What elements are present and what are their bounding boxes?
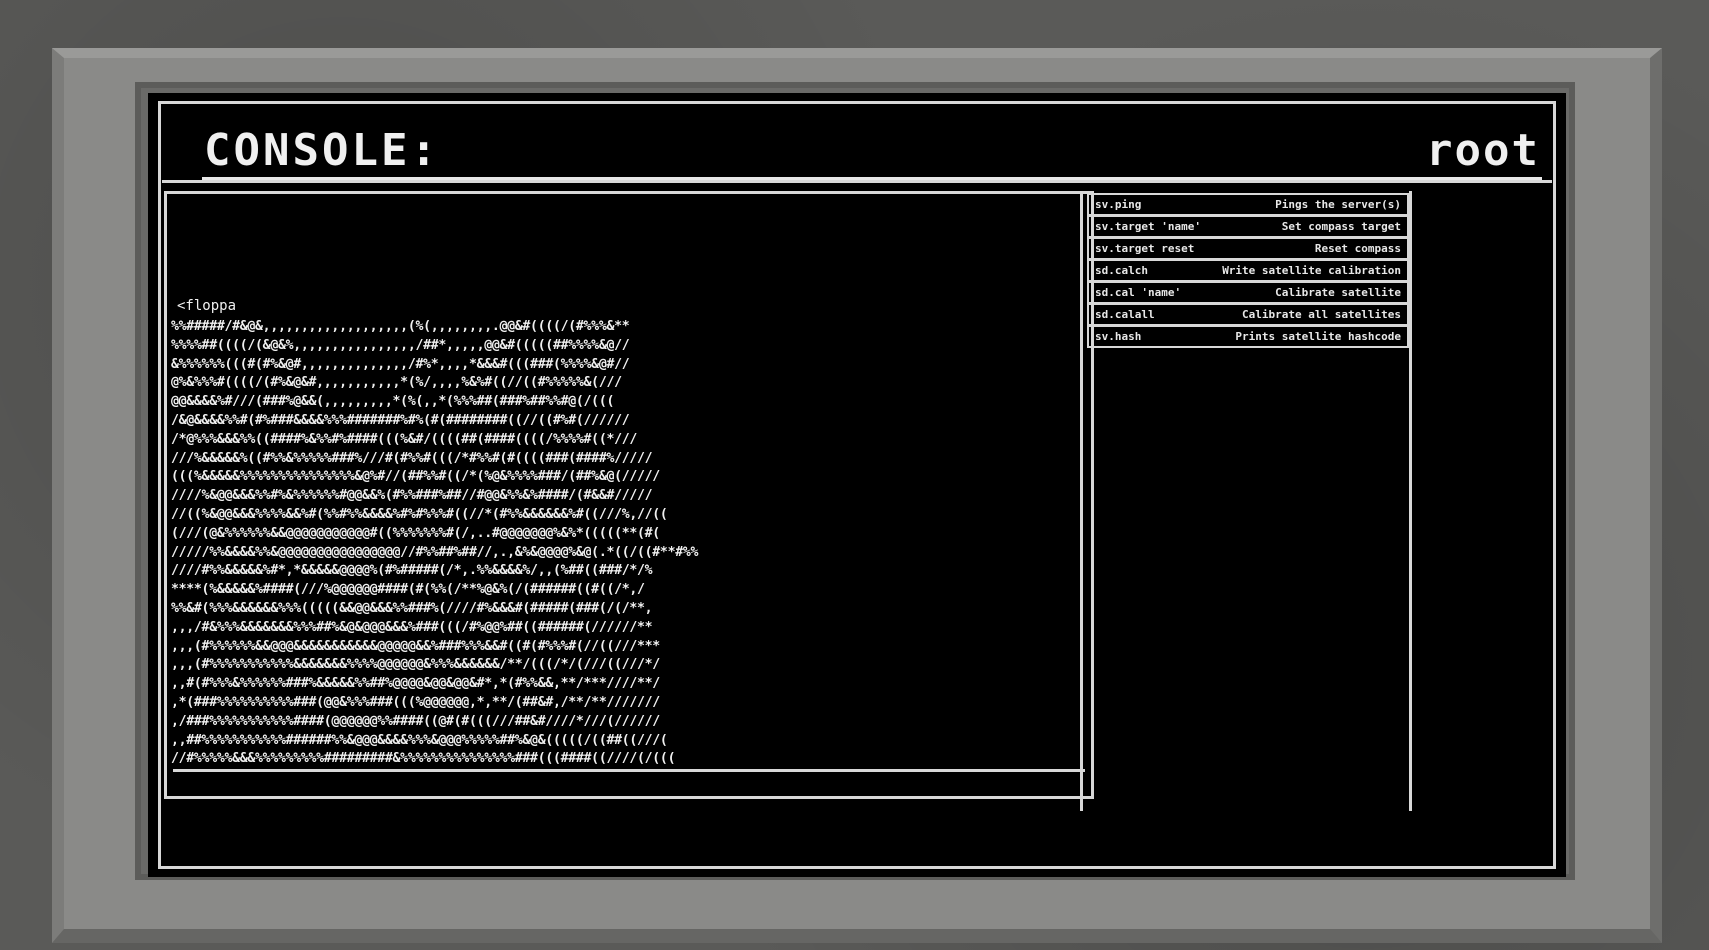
console-output-line: ,*(###%%%%%%%%%%###(@@&%%%###(((%@@@@@@,…	[171, 694, 660, 710]
console-output-line: ,,#(#%%%&%%%%%%###%&&&&&%%##%@@@@&@@&@@&…	[171, 676, 660, 692]
command-row: sd.calch Write satellite calibration	[1087, 259, 1409, 281]
console-output-line: /*@%%%&&&%%((####%&%%#%####(((%&#/((((##…	[171, 431, 638, 447]
console-title: CONSOLE:	[204, 125, 440, 176]
console-prompt: <floppa	[177, 298, 237, 314]
console-output-line: ,,##%%%%%%%%%%%######%%&@@@&&&&%%%&@@@%%…	[171, 732, 668, 748]
console-output-line: @@&&&&%#///(###%@&&(,,,,,,,,,*(%(,,*(%%%…	[171, 394, 615, 410]
console-output-line: ,,,/#&%%%&&&&&&&%%%##%&@&@@@&&&%###(((/#…	[171, 619, 653, 635]
console-output-line: ,,,(#%%%%%%&&@@@&&&&&&&&&&&@@@@@&&%###%%…	[171, 638, 660, 654]
command-list: sv.ping Pings the server(s) sv.target 'nam…	[1087, 193, 1409, 348]
console-output-line: ,,,(#%%%%%%%%%%%&&&&&&&%%%%@@@@@@&%%%&&&…	[171, 657, 660, 673]
command-description: Reset compass	[1314, 242, 1401, 255]
command-description: Prints satellite hashcode	[1235, 330, 1401, 343]
title-bar: CONSOLE: root	[162, 105, 1552, 183]
command-description: Calibrate satellite	[1275, 286, 1401, 299]
console-output-line: &%%%%%%(((#(#%&@#,,,,,,,,,,,,,,/#%*,,,,*…	[171, 356, 630, 372]
console-input[interactable]	[173, 769, 1085, 792]
command-name: sv.target reset	[1095, 242, 1195, 255]
console-output-line: //#%%%%%&&&%%%%%%%%%#########&%%%%%%%%%%…	[171, 751, 676, 767]
command-row: sd.cal 'name' Calibrate satellite	[1087, 281, 1409, 303]
console-output-line: %%%%##((((/(&@&%,,,,,,,,,,,,,,,,/##*,,,,…	[171, 337, 630, 353]
console-output-line: /////%%&&&&%%&@@@@@@@@@@@@@@@@//#%%##%##…	[171, 544, 699, 560]
command-name: sd.calall	[1095, 308, 1155, 321]
command-description: Set compass target	[1281, 220, 1401, 233]
console-output-line: (((%&&&&&%%%%%%%%%%%%%%%&@%#//(##%%#((/*…	[171, 469, 660, 485]
command-row: sv.target 'name' Set compass target	[1087, 215, 1409, 237]
command-row: sv.ping Pings the server(s)	[1087, 193, 1409, 215]
console-output-line: /&@&&&&%%#(#%###&&&&%%%#######%#%(#(####…	[171, 412, 630, 428]
command-row: sd.calall Calibrate all satellites	[1087, 303, 1409, 325]
command-name: sd.cal 'name'	[1095, 286, 1182, 299]
title-divider	[202, 177, 1542, 180]
console-output-line: ****(%&&&&&%####(///%@@@@@@####(#(%%(/**…	[171, 582, 645, 598]
console-output-line: ////%&@@&&&%%#%&%%%%%%#@@&&%(#%%###%##//…	[171, 488, 653, 504]
command-description: Calibrate all satellites	[1242, 308, 1401, 321]
ascii-art-output: %%#####/#&@&,,,,,,,,,,,,,,,,,,,(%(,,,,,,…	[171, 318, 698, 769]
command-row: sv.target reset Reset compass	[1087, 237, 1409, 259]
command-name: sv.hash	[1095, 330, 1142, 343]
console-output-panel: <floppa %%#####/#&@&,,,,,,,,,,,,,,,,,,,(…	[164, 191, 1094, 799]
console-output-line: ,/###%%%%%%%%%%%####(@@@@@@%%####((@#(#(…	[171, 713, 660, 729]
command-name: sv.target 'name'	[1095, 220, 1201, 233]
command-description: Pings the server(s)	[1275, 198, 1401, 211]
console-output-line: //((%&@@&&&%%%%&&%#(%%#%%&&&&%#%#%%%#((/…	[171, 506, 668, 522]
command-reference-panel: sv.ping Pings the server(s) sv.target 'nam…	[1080, 191, 1412, 811]
command-row: sv.hash Prints satellite hashcode	[1087, 325, 1409, 348]
user-label: root	[1426, 125, 1540, 176]
command-name: sd.calch	[1095, 264, 1148, 277]
console-output-line: %%&#(%%%&&&&&&%%%(((((&&@@&&&%%###%(////…	[171, 600, 653, 616]
console-output-line: %%#####/#&@&,,,,,,,,,,,,,,,,,,,(%(,,,,,,…	[171, 319, 630, 334]
console-output-line: @%&%%%#((((/(#%&@&#,,,,,,,,,,,*(%/,,,,%&…	[171, 375, 622, 391]
console-output-line: ////#%%&&&&&%#*,*&&&&&@@@@%(#%#####(/*,.…	[171, 563, 653, 579]
command-name: sv.ping	[1095, 198, 1142, 211]
console-output-line: (///(@&%%%%%%&&@@@@@@@@@@@#((%%%%%%%#(/,…	[171, 525, 660, 541]
console-output-line: ///%&&&&&%((#%%&%%%%%###%///#(#%%#(((/*#…	[171, 450, 653, 466]
console-screen: CONSOLE: root <floppa %%#####/#&@&,,,,,,…	[148, 93, 1566, 877]
command-description: Write satellite calibration	[1222, 264, 1401, 277]
